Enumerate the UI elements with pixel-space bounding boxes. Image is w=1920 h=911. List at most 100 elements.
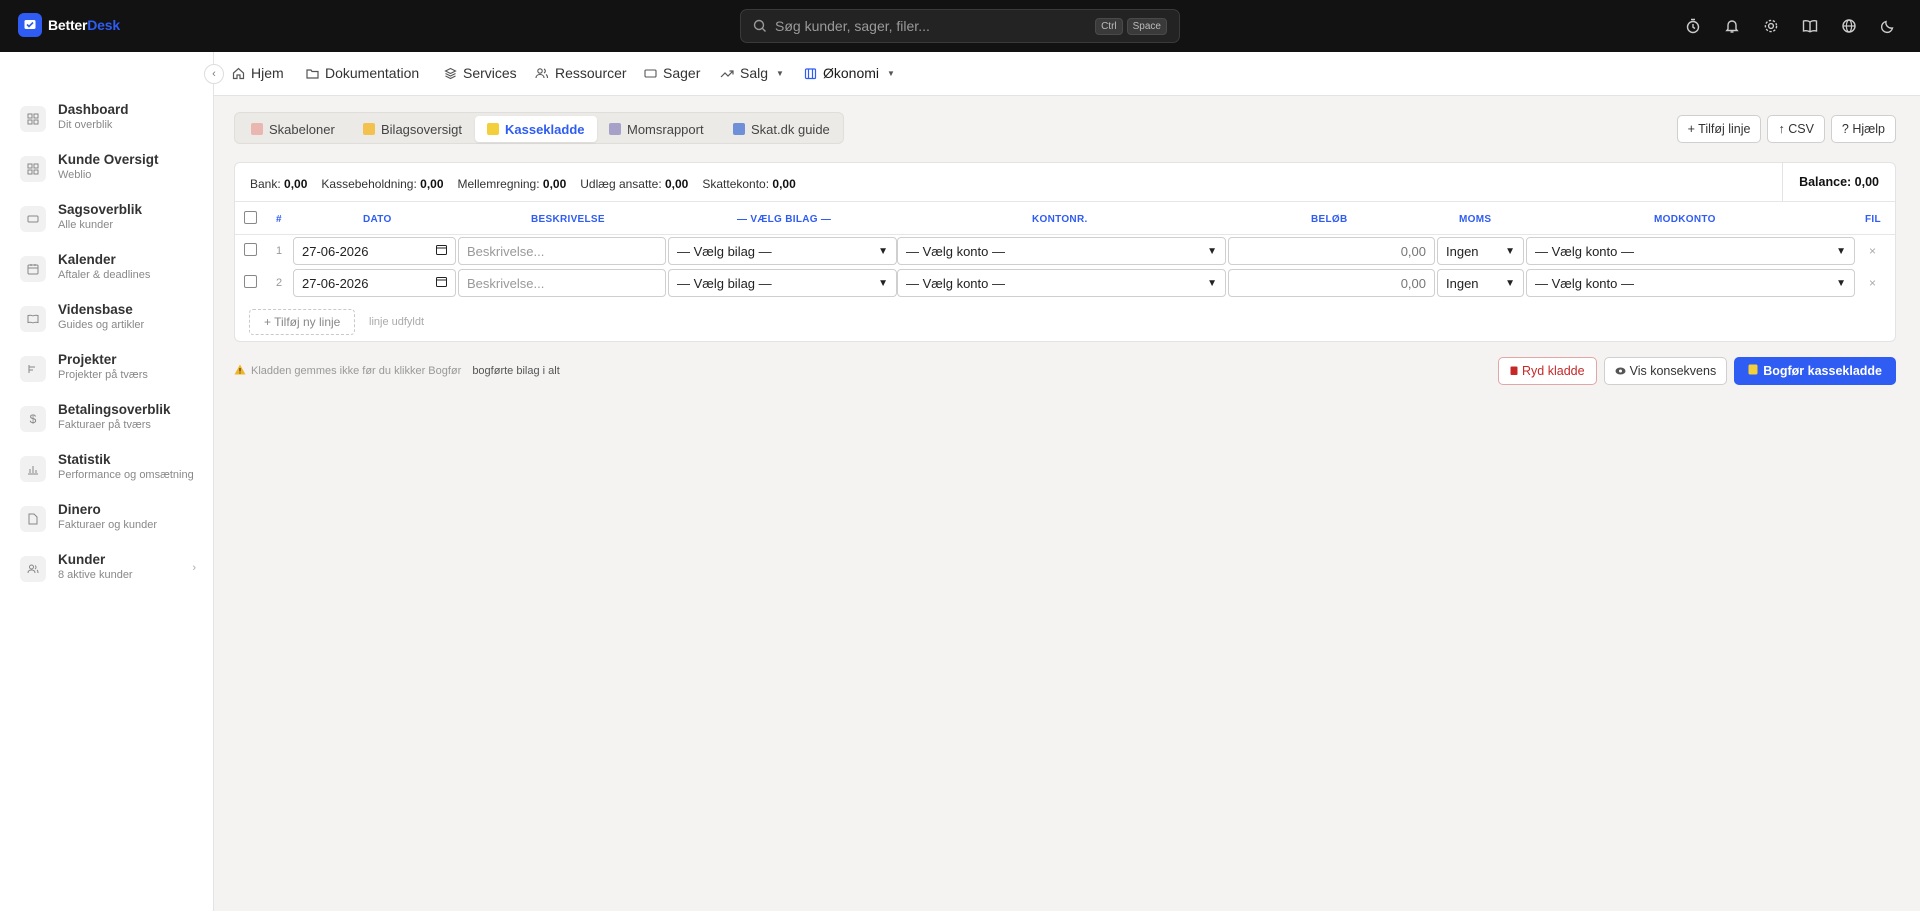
kanban-icon [20, 356, 46, 382]
sidebar-collapse-button[interactable]: ‹ [204, 64, 224, 84]
chart-icon [733, 123, 745, 135]
chevron-down-icon: ▼ [887, 68, 895, 78]
description-input[interactable]: Beskrivelse... [458, 269, 666, 297]
economy-subtabs: Skabeloner Bilagsoversigt Kassekladde Mo… [234, 112, 844, 144]
select-all-checkbox[interactable] [244, 211, 257, 224]
row-checkbox[interactable] [244, 275, 257, 288]
globe-icon[interactable] [1839, 16, 1859, 36]
grid-icon [20, 156, 46, 182]
tab-label: Bilagsoversigt [381, 121, 462, 137]
table-row: 2 27-06-2026 Beskrivelse... — Vælg bilag… [235, 267, 1895, 299]
remove-row-button[interactable]: × [1869, 276, 1876, 290]
preview-consequence-button[interactable]: Vis konsekvens [1603, 357, 1728, 385]
sidebar-item-subtitle: 8 aktive kunder [58, 569, 133, 581]
filled-lines-info: linje udfyldt [369, 316, 425, 328]
chevron-down-icon: ▼ [878, 245, 888, 257]
nav-cases[interactable]: Sager [644, 65, 700, 81]
home-icon [232, 67, 245, 80]
users-icon [535, 67, 549, 80]
voucher-select[interactable]: — Vælg bilag — ▼ [668, 269, 897, 297]
timer-icon[interactable] [1683, 16, 1703, 36]
app-logo[interactable]: BetterDesk [18, 13, 120, 37]
file-dollar-icon [20, 506, 46, 532]
row-checkbox[interactable] [244, 243, 257, 256]
folder-icon [306, 67, 319, 80]
post-journal-button[interactable]: Bogfør kassekladde [1734, 357, 1896, 385]
top-bar: BetterDesk Søg kunder, sager, filer... C… [0, 0, 1920, 52]
col-vat: Moms [1459, 214, 1492, 225]
nav-docs[interactable]: Dokumentation [306, 65, 419, 81]
bell-icon[interactable] [1722, 16, 1742, 36]
sidebar-item-calendar[interactable]: Kalender Aftaler & deadlines [20, 252, 200, 296]
chevron-down-icon: ▼ [1836, 277, 1846, 289]
vat-select[interactable]: Ingen ▼ [1437, 237, 1524, 265]
tab-vouchers[interactable]: Bilagsoversigt [351, 116, 474, 142]
amount-input[interactable]: 0,00 [1228, 237, 1435, 265]
sidebar-item-dashboard[interactable]: Dashboard Dit overblik [20, 102, 200, 146]
sidebar-item-cases[interactable]: Sagsoverblik Alle kunder [20, 202, 200, 246]
sidebar-item-projects[interactable]: Projekter Projekter på tværs [20, 352, 200, 396]
date-input[interactable]: 27-06-2026 [293, 269, 456, 297]
sidebar-item-payments[interactable]: $ Betalingsoverblik Fakturaer på tværs [20, 402, 200, 446]
description-input[interactable]: Beskrivelse... [458, 237, 666, 265]
chevron-down-icon: ▼ [1505, 245, 1515, 257]
nav-sales[interactable]: Salg ▼ [720, 65, 784, 81]
total-balance: Balance: 0,00 [1782, 163, 1895, 201]
counter-account-select[interactable]: — Vælg konto — ▼ [1526, 237, 1855, 265]
col-account: Kontonr. [1032, 214, 1088, 225]
counter-account-select[interactable]: — Vælg konto — ▼ [1526, 269, 1855, 297]
sidebar-item-subtitle: Weblio [58, 169, 92, 181]
col-date: Dato [363, 214, 392, 225]
gear-icon[interactable] [1761, 16, 1781, 36]
date-input[interactable]: 27-06-2026 [293, 237, 456, 265]
nav-label: Økonomi [823, 65, 880, 81]
tab-skat-guide[interactable]: Skat.dk guide [721, 116, 842, 142]
nav-economy[interactable]: Økonomi ▼ [804, 65, 895, 81]
row-number: 1 [276, 245, 283, 257]
warning-icon [234, 364, 246, 378]
nav-resources[interactable]: Ressourcer [535, 65, 627, 81]
tab-journal[interactable]: Kassekladde [475, 116, 597, 142]
ticket-icon [644, 67, 657, 80]
vat-select[interactable]: Ingen ▼ [1437, 269, 1524, 297]
csv-button[interactable]: ↑ CSV [1767, 115, 1825, 143]
nav-label: Salg [740, 65, 769, 81]
bank-balance: 0,00 [284, 177, 308, 191]
global-search[interactable]: Søg kunder, sager, filer... Ctrl Space [740, 9, 1180, 43]
trending-up-icon [720, 67, 734, 80]
account-select[interactable]: — Vælg konto — ▼ [897, 269, 1226, 297]
amount-input[interactable]: 0,00 [1228, 269, 1435, 297]
clear-journal-button[interactable]: Ryd kladde [1498, 357, 1597, 385]
remove-row-button[interactable]: × [1869, 244, 1876, 258]
add-new-line-button[interactable]: + Tilføj ny linje [249, 309, 356, 335]
tab-label: Skat.dk guide [751, 121, 830, 137]
chevron-right-icon: › [192, 562, 196, 574]
tab-label: Momsrapport [627, 121, 704, 137]
account-select[interactable]: — Vælg konto — ▼ [897, 237, 1226, 265]
sidebar-item-customers[interactable]: Kunder 8 aktive kunder › [20, 552, 200, 596]
folder-icon [363, 123, 375, 135]
sidebar-item-statistics[interactable]: Statistik Performance og omsætning [20, 452, 200, 496]
calendar-icon [436, 244, 447, 258]
chevron-down-icon: ▼ [1207, 277, 1217, 289]
add-line-button[interactable]: + Tilføj linje [1676, 115, 1762, 143]
journal-card: Bank: 0,00 Kassebeholdning: 0,00 Mellemr… [234, 162, 1896, 342]
balance-summary: Bank: 0,00 Kassebeholdning: 0,00 Mellemr… [250, 177, 796, 191]
sidebar-item-knowledge-base[interactable]: Vidensbase Guides og artikler [20, 302, 200, 346]
moon-icon[interactable] [1878, 16, 1898, 36]
bank-icon [804, 67, 817, 80]
sidebar-item-dinero[interactable]: Dinero Fakturaer og kunder [20, 502, 200, 546]
sidebar-item-title: Kunde Oversigt [58, 152, 159, 167]
help-button[interactable]: ? Hjælp [1830, 115, 1896, 143]
search-icon [753, 19, 767, 33]
table-header: # Dato Beskrivelse — Vælg bilag — Konton… [235, 201, 1895, 235]
sidebar-item-customer-overview[interactable]: Kunde Oversigt Weblio [20, 152, 200, 196]
grid-icon [20, 106, 46, 132]
tab-templates[interactable]: Skabeloner [239, 116, 347, 142]
nav-services[interactable]: Services [444, 65, 517, 81]
tab-vat-report[interactable]: Momsrapport [597, 116, 716, 142]
nav-home[interactable]: Hjem [232, 65, 284, 81]
voucher-select[interactable]: — Vælg bilag — ▼ [668, 237, 897, 265]
sidebar-item-subtitle: Dit overblik [58, 119, 113, 131]
book-open-icon[interactable] [1800, 16, 1820, 36]
